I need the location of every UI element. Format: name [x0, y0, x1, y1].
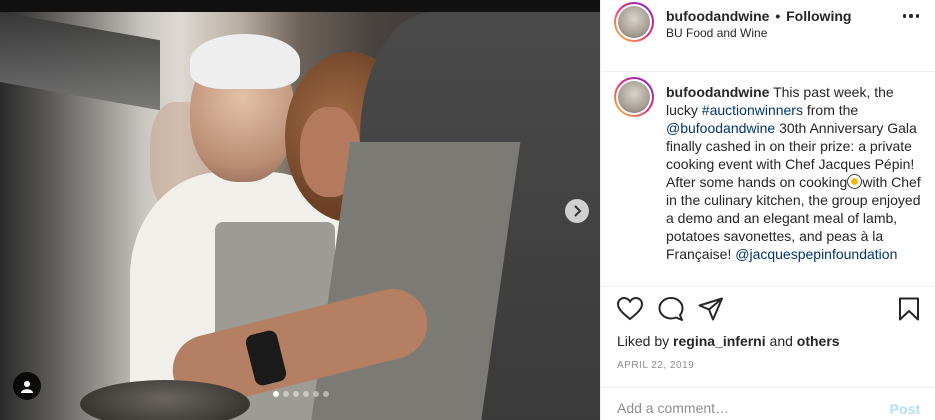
caption-avatar[interactable] [614, 77, 654, 117]
avatar-image [618, 6, 650, 38]
likes-others-link[interactable]: others [797, 333, 840, 349]
likes-middle: and [765, 333, 797, 349]
carousel-dot [323, 391, 329, 397]
comment-input[interactable] [617, 400, 857, 416]
header-username[interactable]: bufoodandwine [666, 8, 769, 24]
carousel-next-button[interactable] [565, 199, 589, 223]
avatar-image [618, 81, 650, 113]
post-header: bufoodandwine • Following BU Food and Wi… [601, 0, 935, 72]
frying-pan-emoji-icon [847, 174, 863, 189]
carousel-dot [303, 391, 309, 397]
likes-prefix: Liked by [617, 333, 674, 349]
chevron-right-icon [574, 205, 582, 217]
post-sidebar: bufoodandwine • Following BU Food and Wi… [600, 0, 935, 420]
photo-top-bar [0, 0, 600, 12]
heart-icon[interactable] [617, 297, 643, 321]
caption-part: from the [802, 102, 859, 118]
frying-pan [80, 380, 250, 420]
action-bar [614, 297, 924, 327]
carousel-dot [293, 391, 299, 397]
header-separator: • [775, 8, 781, 24]
user-tags-button[interactable] [13, 372, 41, 400]
carousel-dot [273, 391, 279, 397]
chef-hair [190, 34, 300, 89]
caption-username[interactable]: bufoodandwine [666, 84, 769, 100]
paper-plane-icon[interactable] [698, 297, 724, 321]
header-subtitle: BU Food and Wine [666, 26, 768, 40]
hashtag-link[interactable]: #auctionwinners [702, 102, 803, 118]
avatar[interactable] [614, 2, 654, 42]
caption-section: bufoodandwine This past week, the lucky … [601, 73, 935, 287]
comment-icon[interactable] [658, 297, 684, 321]
carousel-indicator [273, 391, 329, 397]
bookmark-icon[interactable] [898, 297, 920, 321]
more-options-icon[interactable] [902, 14, 919, 18]
following-button[interactable]: Following [786, 8, 851, 24]
post-date[interactable]: APRIL 22, 2019 [617, 360, 694, 371]
post-photo[interactable] [0, 12, 600, 420]
mention-link[interactable]: @jacquespepinfoundation [735, 246, 897, 262]
kitchen-hood [0, 12, 160, 111]
caption-text: bufoodandwine This past week, the lucky … [666, 83, 928, 263]
mention-link[interactable]: @bufoodandwine [666, 120, 775, 136]
carousel-dot [313, 391, 319, 397]
liked-by-user-link[interactable]: regina_inferni [673, 333, 766, 349]
comment-bar: Post [601, 387, 935, 420]
post-comment-button[interactable]: Post [890, 401, 920, 417]
likes-summary: Liked by regina_inferni and others [617, 333, 840, 349]
carousel-dot [283, 391, 289, 397]
user-tag-icon [21, 380, 33, 393]
